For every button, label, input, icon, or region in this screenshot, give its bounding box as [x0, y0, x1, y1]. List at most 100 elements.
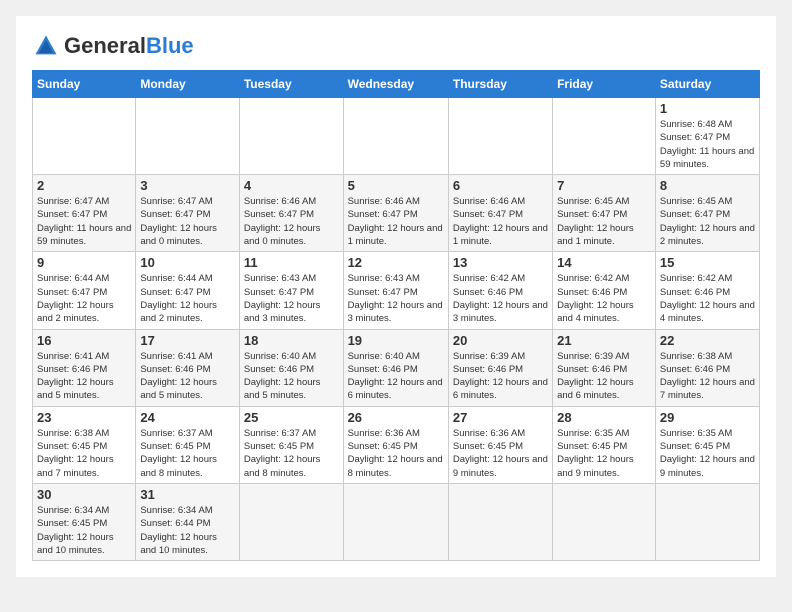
calendar-cell: 31Sunrise: 6:34 AM Sunset: 6:44 PM Dayli… [136, 483, 240, 560]
calendar-cell: 26 Sunrise: 6:36 AM Sunset: 6:45 PM Dayli… [343, 406, 448, 483]
day-info: Sunrise: 6:41 AM Sunset: 6:46 PM Dayligh… [140, 350, 235, 403]
day-info: Sunrise: 6:43 AM Sunset: 6:47 PM Dayligh… [244, 272, 339, 325]
calendar-table: SundayMondayTuesdayWednesdayThursdayFrid… [32, 70, 760, 561]
week-row-1: 1 Sunrise: 6:48 AM Sunset: 6:47 PM Daylig… [33, 98, 760, 175]
day-number: 23 [37, 410, 131, 425]
day-number: 18 [244, 333, 339, 348]
calendar-cell: 19 Sunrise: 6:40 AM Sunset: 6:46 PM Dayli… [343, 329, 448, 406]
week-row-3: 9 Sunrise: 6:44 AM Sunset: 6:47 PM Daylig… [33, 252, 760, 329]
day-info: Sunrise: 6:45 AM Sunset: 6:47 PM Dayligh… [660, 195, 755, 248]
general-blue-icon [32, 32, 60, 60]
day-info: Sunrise: 6:44 AM Sunset: 6:47 PM Dayligh… [140, 272, 235, 325]
day-number: 25 [244, 410, 339, 425]
day-number: 13 [453, 255, 548, 270]
day-info: Sunrise: 6:36 AM Sunset: 6:45 PM Dayligh… [348, 427, 444, 480]
calendar-cell: 13 Sunrise: 6:42 AM Sunset: 6:46 PM Dayli… [448, 252, 552, 329]
day-number: 29 [660, 410, 755, 425]
day-number: 5 [348, 178, 444, 193]
day-info: Sunrise: 6:41 AM Sunset: 6:46 PM Dayligh… [37, 350, 131, 403]
page: GeneralBlue SundayMondayTuesdayWednesday… [16, 16, 776, 577]
day-number: 6 [453, 178, 548, 193]
calendar-cell: 22Sunrise: 6:38 AM Sunset: 6:46 PM Dayli… [655, 329, 759, 406]
weekday-saturday: Saturday [655, 71, 759, 98]
day-info: Sunrise: 6:43 AM Sunset: 6:47 PM Dayligh… [348, 272, 444, 325]
day-info: Sunrise: 6:38 AM Sunset: 6:46 PM Dayligh… [660, 350, 755, 403]
day-number: 21 [557, 333, 651, 348]
day-info: Sunrise: 6:47 AM Sunset: 6:47 PM Dayligh… [140, 195, 235, 248]
day-number: 9 [37, 255, 131, 270]
day-info: Sunrise: 6:35 AM Sunset: 6:45 PM Dayligh… [660, 427, 755, 480]
logo-text: GeneralBlue [64, 33, 194, 59]
day-number: 2 [37, 178, 131, 193]
calendar-cell: 24Sunrise: 6:37 AM Sunset: 6:45 PM Dayli… [136, 406, 240, 483]
calendar-cell: 25 Sunrise: 6:37 AM Sunset: 6:45 PM Dayli… [239, 406, 343, 483]
calendar-cell [136, 98, 240, 175]
calendar-cell: 18 Sunrise: 6:40 AM Sunset: 6:46 PM Dayli… [239, 329, 343, 406]
calendar-cell: 20 Sunrise: 6:39 AM Sunset: 6:46 PM Dayli… [448, 329, 552, 406]
calendar-cell [553, 483, 656, 560]
day-number: 1 [660, 101, 755, 116]
day-info: Sunrise: 6:46 AM Sunset: 6:47 PM Dayligh… [348, 195, 444, 248]
day-info: Sunrise: 6:42 AM Sunset: 6:46 PM Dayligh… [660, 272, 755, 325]
weekday-friday: Friday [553, 71, 656, 98]
week-row-2: 2 Sunrise: 6:47 AM Sunset: 6:47 PM Daylig… [33, 175, 760, 252]
day-number: 20 [453, 333, 548, 348]
weekday-monday: Monday [136, 71, 240, 98]
weekday-tuesday: Tuesday [239, 71, 343, 98]
day-info: Sunrise: 6:47 AM Sunset: 6:47 PM Dayligh… [37, 195, 131, 248]
day-info: Sunrise: 6:48 AM Sunset: 6:47 PM Dayligh… [660, 118, 755, 171]
day-number: 12 [348, 255, 444, 270]
day-info: Sunrise: 6:35 AM Sunset: 6:45 PM Dayligh… [557, 427, 651, 480]
calendar-cell [655, 483, 759, 560]
day-number: 4 [244, 178, 339, 193]
calendar-cell [343, 483, 448, 560]
calendar-cell: 11Sunrise: 6:43 AM Sunset: 6:47 PM Dayli… [239, 252, 343, 329]
calendar-cell [33, 98, 136, 175]
day-info: Sunrise: 6:40 AM Sunset: 6:46 PM Dayligh… [348, 350, 444, 403]
calendar-cell [343, 98, 448, 175]
week-row-5: 23 Sunrise: 6:38 AM Sunset: 6:45 PM Dayli… [33, 406, 760, 483]
day-number: 15 [660, 255, 755, 270]
day-info: Sunrise: 6:42 AM Sunset: 6:46 PM Dayligh… [453, 272, 548, 325]
calendar-cell: 5 Sunrise: 6:46 AM Sunset: 6:47 PM Daylig… [343, 175, 448, 252]
calendar-cell [239, 98, 343, 175]
day-number: 28 [557, 410, 651, 425]
logo: GeneralBlue [32, 32, 194, 60]
day-info: Sunrise: 6:39 AM Sunset: 6:46 PM Dayligh… [453, 350, 548, 403]
calendar-cell: 27Sunrise: 6:36 AM Sunset: 6:45 PM Dayli… [448, 406, 552, 483]
day-info: Sunrise: 6:42 AM Sunset: 6:46 PM Dayligh… [557, 272, 651, 325]
day-info: Sunrise: 6:38 AM Sunset: 6:45 PM Dayligh… [37, 427, 131, 480]
calendar-cell: 8Sunrise: 6:45 AM Sunset: 6:47 PM Daylig… [655, 175, 759, 252]
calendar-cell: 9Sunrise: 6:44 AM Sunset: 6:47 PM Daylig… [33, 252, 136, 329]
day-number: 14 [557, 255, 651, 270]
day-info: Sunrise: 6:46 AM Sunset: 6:47 PM Dayligh… [244, 195, 339, 248]
calendar-cell: 6 Sunrise: 6:46 AM Sunset: 6:47 PM Daylig… [448, 175, 552, 252]
calendar-cell [448, 98, 552, 175]
day-number: 17 [140, 333, 235, 348]
calendar-cell [448, 483, 552, 560]
calendar-cell: 1 Sunrise: 6:48 AM Sunset: 6:47 PM Daylig… [655, 98, 759, 175]
day-number: 26 [348, 410, 444, 425]
calendar-cell: 16Sunrise: 6:41 AM Sunset: 6:46 PM Dayli… [33, 329, 136, 406]
day-info: Sunrise: 6:46 AM Sunset: 6:47 PM Dayligh… [453, 195, 548, 248]
calendar-cell [553, 98, 656, 175]
calendar-cell: 23 Sunrise: 6:38 AM Sunset: 6:45 PM Dayli… [33, 406, 136, 483]
calendar-cell: 2 Sunrise: 6:47 AM Sunset: 6:47 PM Daylig… [33, 175, 136, 252]
calendar-cell: 29 Sunrise: 6:35 AM Sunset: 6:45 PM Dayli… [655, 406, 759, 483]
day-info: Sunrise: 6:37 AM Sunset: 6:45 PM Dayligh… [244, 427, 339, 480]
calendar-cell: 30Sunrise: 6:34 AM Sunset: 6:45 PM Dayli… [33, 483, 136, 560]
day-info: Sunrise: 6:36 AM Sunset: 6:45 PM Dayligh… [453, 427, 548, 480]
calendar-cell: 15 Sunrise: 6:42 AM Sunset: 6:46 PM Dayli… [655, 252, 759, 329]
day-number: 19 [348, 333, 444, 348]
day-info: Sunrise: 6:40 AM Sunset: 6:46 PM Dayligh… [244, 350, 339, 403]
calendar-cell: 21Sunrise: 6:39 AM Sunset: 6:46 PM Dayli… [553, 329, 656, 406]
week-row-4: 16Sunrise: 6:41 AM Sunset: 6:46 PM Dayli… [33, 329, 760, 406]
calendar-cell: 10Sunrise: 6:44 AM Sunset: 6:47 PM Dayli… [136, 252, 240, 329]
header: GeneralBlue [32, 32, 760, 60]
calendar-cell: 14 Sunrise: 6:42 AM Sunset: 6:46 PM Dayli… [553, 252, 656, 329]
calendar-cell: 4 Sunrise: 6:46 AM Sunset: 6:47 PM Daylig… [239, 175, 343, 252]
calendar-cell: 7Sunrise: 6:45 AM Sunset: 6:47 PM Daylig… [553, 175, 656, 252]
calendar-cell: 28 Sunrise: 6:35 AM Sunset: 6:45 PM Dayli… [553, 406, 656, 483]
calendar-cell [239, 483, 343, 560]
day-number: 31 [140, 487, 235, 502]
